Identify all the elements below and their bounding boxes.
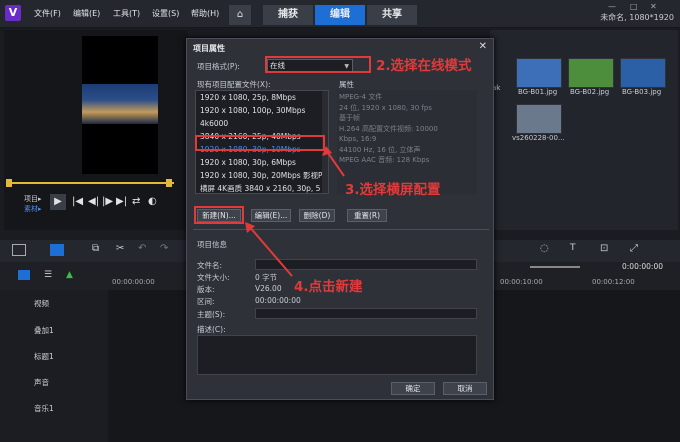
annotation-arrows xyxy=(245,146,345,277)
arrowhead-step3 xyxy=(322,146,332,156)
arrow-step4 xyxy=(247,224,293,277)
